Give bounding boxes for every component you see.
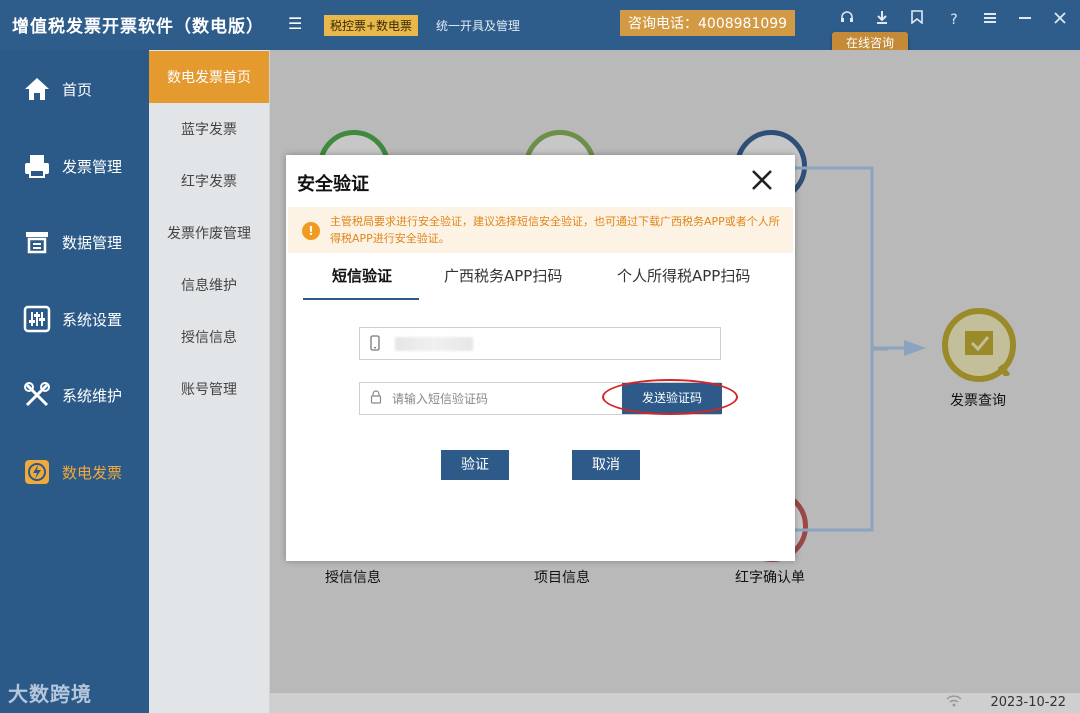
tab-guangxi-app-scan[interactable]: 广西税务APP扫码 <box>444 265 562 286</box>
data-icon <box>22 227 52 257</box>
flow-label-red-confirm[interactable]: 红字确认单 <box>735 567 805 587</box>
security-verify-dialog: 安全验证 ! 主管税局要求进行安全验证，建议选择短信安全验证，也可通过下载广西税… <box>286 155 795 561</box>
status-bar: 2023-10-22 <box>270 693 1080 713</box>
submenu-item-red-invoice[interactable]: 红字发票 <box>149 155 269 207</box>
sidebar-item-data-management[interactable]: 数据管理 <box>0 212 149 272</box>
brand-watermark: 大数跨境 <box>8 682 92 706</box>
tab-sms-verify[interactable]: 短信验证 <box>332 265 392 286</box>
sidebar-item-invoice-management[interactable]: 发票管理 <box>0 136 149 196</box>
sidebar-item-home[interactable]: 首页 <box>0 59 149 119</box>
flow-arrow-icon <box>872 340 926 356</box>
status-date: 2023-10-22 <box>990 695 1066 710</box>
lock-icon <box>370 390 384 408</box>
sidebar-item-label: 数电发票 <box>62 463 123 482</box>
sms-code-input[interactable] <box>392 383 612 414</box>
sidebar-item-system-maintenance[interactable]: 系统维护 <box>0 365 149 425</box>
headset-icon[interactable] <box>836 9 858 31</box>
sliders-icon <box>22 304 52 334</box>
close-window-icon[interactable] <box>1049 9 1071 31</box>
masked-phone-number <box>395 337 473 351</box>
help-icon[interactable]: ? <box>943 9 965 31</box>
phone-field[interactable] <box>359 327 721 360</box>
sidebar-item-label: 系统设置 <box>62 310 123 329</box>
dialog-title: 安全验证 <box>297 174 369 195</box>
submenu-item-credit-info[interactable]: 授信信息 <box>149 311 269 363</box>
close-icon[interactable] <box>749 167 775 193</box>
sidebar-item-label: 首页 <box>62 80 93 99</box>
sub-menu: 数电发票首页 蓝字发票 红字发票 发票作废管理 信息维护 授信信息 账号管理 <box>149 50 270 713</box>
cancel-button[interactable]: 取消 <box>572 450 640 480</box>
notice-banner: ! 主管税局要求进行安全验证，建议选择短信安全验证，也可通过下载广西税务APP或… <box>288 207 793 253</box>
sidebar-item-label: 发票管理 <box>62 157 123 176</box>
app-title: 增值税发票开票软件（数电版） <box>12 17 264 37</box>
sidebar-item-system-settings[interactable]: 系统设置 <box>0 289 149 349</box>
sidebar-item-digital-invoice[interactable]: 数电发票 <box>0 442 149 502</box>
submenu-item-digital-home[interactable]: 数电发票首页 <box>149 51 269 103</box>
top-bar: 增值税发票开票软件（数电版） ☰ 税控票+数电票 统一开具及管理 咨询电话：40… <box>0 0 1080 50</box>
highlight-ring <box>602 379 738 415</box>
submenu-item-info-maintenance[interactable]: 信息维护 <box>149 259 269 311</box>
tab-iit-app-scan[interactable]: 个人所得税APP扫码 <box>617 265 750 286</box>
sidebar-item-label: 数据管理 <box>62 233 123 252</box>
submenu-item-void-management[interactable]: 发票作废管理 <box>149 207 269 259</box>
verify-tabs: 短信验证 广西税务APP扫码 个人所得税APP扫码 <box>286 255 795 301</box>
submenu-item-account-management[interactable]: 账号管理 <box>149 363 269 415</box>
header-subtitle: 统一开具及管理 <box>436 19 521 33</box>
tools-icon <box>22 380 52 410</box>
wifi-icon <box>946 695 962 710</box>
active-tab-indicator <box>303 298 419 300</box>
main-sidebar: 首页 发票管理 数据管理 系统设置 系统维护 数电发票 大数跨境 <box>0 50 149 713</box>
verify-button[interactable]: 验证 <box>441 450 509 480</box>
submenu-item-blue-invoice[interactable]: 蓝字发票 <box>149 103 269 155</box>
notice-text: 主管税局要求进行安全验证，建议选择短信安全验证，也可通过下载广西税务APP或者个… <box>330 215 780 245</box>
phone-icon <box>370 335 384 353</box>
download-icon[interactable] <box>871 9 893 31</box>
printer-icon <box>22 151 52 181</box>
warning-icon: ! <box>302 222 320 240</box>
minimize-icon[interactable] <box>1014 9 1036 31</box>
sidebar-item-label: 系统维护 <box>62 386 123 405</box>
flow-label-credit[interactable]: 授信信息 <box>325 567 381 587</box>
hotline-badge: 咨询电话：4008981099 <box>620 10 796 36</box>
bookmark-icon[interactable] <box>906 9 928 31</box>
product-badge: 税控票+数电票 <box>324 15 419 36</box>
home-icon <box>22 74 52 104</box>
menu-icon[interactable] <box>979 9 1001 31</box>
invoice-query-icon[interactable] <box>942 308 1016 382</box>
lightning-icon <box>22 457 52 487</box>
menu-toggle-icon[interactable]: ☰ <box>288 14 302 33</box>
flow-label-invoice-query[interactable]: 发票查询 <box>950 390 1006 410</box>
flow-label-project[interactable]: 项目信息 <box>534 567 590 587</box>
